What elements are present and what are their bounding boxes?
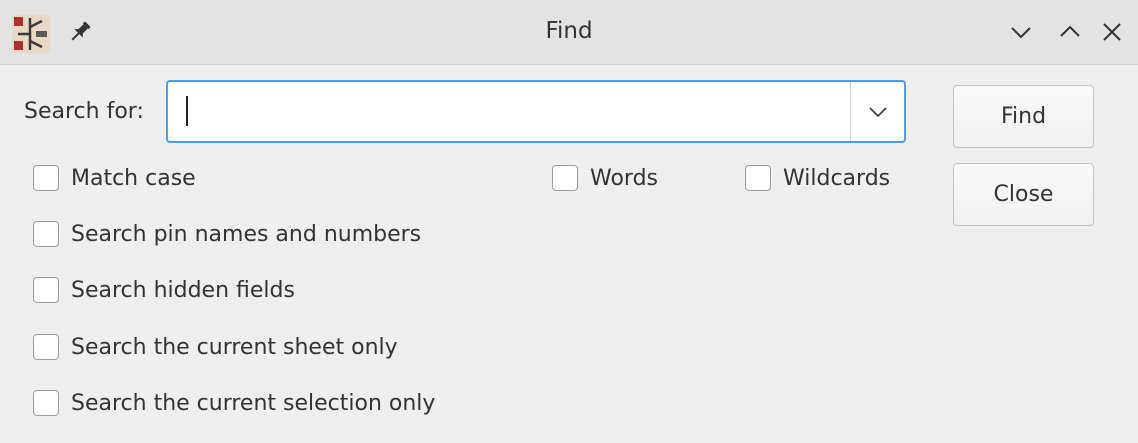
- chevron-up-icon: [1060, 25, 1080, 37]
- checkbox-box[interactable]: [552, 165, 578, 191]
- search-combobox[interactable]: [166, 80, 906, 143]
- search-current-sheet-checkbox[interactable]: Search the current sheet only: [33, 334, 398, 360]
- minimize-button[interactable]: [1007, 18, 1035, 46]
- search-pin-names-checkbox[interactable]: Search pin names and numbers: [33, 221, 421, 247]
- checkbox-box[interactable]: [33, 334, 59, 360]
- words-label: Words: [590, 165, 659, 191]
- search-current-selection-checkbox[interactable]: Search the current selection only: [33, 390, 435, 416]
- search-history-dropdown-button[interactable]: [851, 82, 904, 141]
- checkbox-box[interactable]: [33, 165, 59, 191]
- find-dialog: Find Search for: Find Close Match case W…: [0, 0, 1138, 443]
- checkbox-box[interactable]: [33, 390, 59, 416]
- search-hidden-fields-label: Search hidden fields: [71, 277, 295, 303]
- close-button[interactable]: Close: [953, 163, 1094, 226]
- checkbox-box[interactable]: [33, 221, 59, 247]
- title-bar[interactable]: Find: [0, 0, 1138, 65]
- close-icon: [1103, 23, 1121, 41]
- close-window-button[interactable]: [1098, 18, 1126, 46]
- match-case-checkbox[interactable]: Match case: [33, 165, 196, 191]
- chevron-down-icon: [1011, 27, 1031, 39]
- wildcards-checkbox[interactable]: Wildcards: [745, 165, 890, 191]
- checkbox-box[interactable]: [33, 277, 59, 303]
- words-checkbox[interactable]: Words: [552, 165, 658, 191]
- match-case-label: Match case: [71, 165, 196, 191]
- search-current-sheet-label: Search the current sheet only: [71, 334, 398, 360]
- wildcards-label: Wildcards: [783, 165, 891, 191]
- chevron-down-icon: [868, 106, 887, 117]
- search-input[interactable]: [168, 82, 850, 141]
- search-pin-names-label: Search pin names and numbers: [71, 221, 422, 247]
- search-for-label: Search for:: [24, 99, 144, 124]
- find-button[interactable]: Find: [953, 85, 1094, 148]
- search-current-selection-label: Search the current selection only: [71, 390, 436, 416]
- window-title: Find: [545, 18, 593, 44]
- search-hidden-fields-checkbox[interactable]: Search hidden fields: [33, 277, 295, 303]
- checkbox-box[interactable]: [745, 165, 771, 191]
- maximize-button[interactable]: [1056, 18, 1084, 46]
- text-caret: [186, 96, 188, 126]
